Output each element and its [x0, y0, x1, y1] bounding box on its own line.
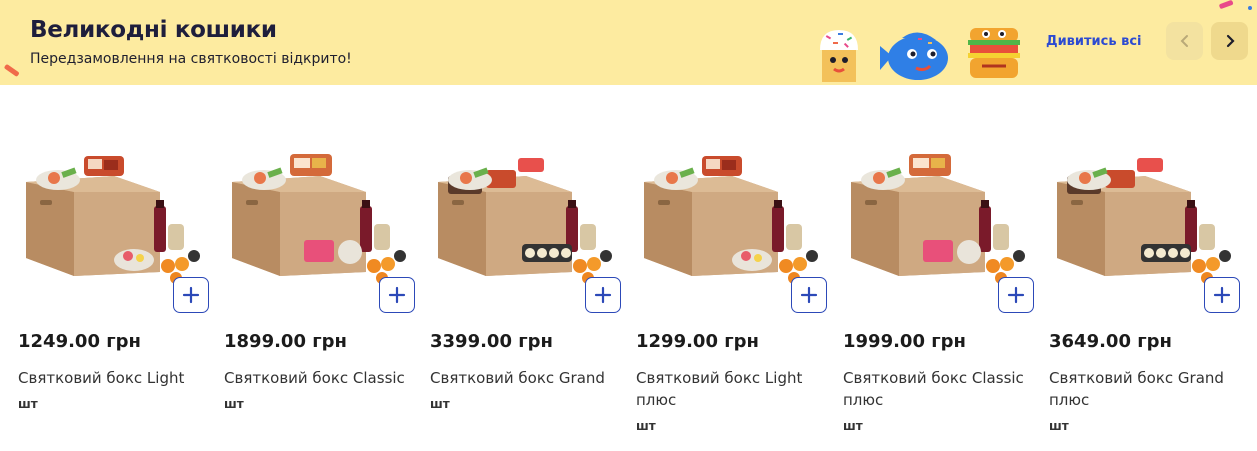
sandwich-mascot-icon [968, 28, 1020, 78]
plus-icon [800, 286, 818, 304]
plus-icon [182, 286, 200, 304]
product-carousel: 1249.00 грн Святковий бокс Light шт 1899… [0, 140, 1257, 440]
product-unit: шт [636, 419, 656, 433]
product-card[interactable]: 3399.00 грн Святковий бокс Grand шт [430, 140, 630, 440]
page-title: Великодні кошики [30, 17, 277, 43]
product-card[interactable]: 1299.00 грн Святковий бокс Light плюс шт [636, 140, 836, 440]
product-price: 3649.00 грн [1049, 331, 1172, 352]
product-image[interactable] [18, 140, 213, 295]
product-unit: шт [843, 419, 863, 433]
product-card[interactable]: 1899.00 грн Святковий бокс Classic шт [224, 140, 424, 440]
add-to-cart-button[interactable] [173, 277, 209, 313]
carousel-next-button[interactable] [1211, 22, 1248, 60]
product-price: 1899.00 грн [224, 331, 347, 352]
product-card[interactable]: 3649.00 грн Святковий бокс Grand плюс шт [1049, 140, 1249, 440]
product-unit: шт [224, 397, 244, 411]
product-unit: шт [1049, 419, 1069, 433]
product-image[interactable] [430, 140, 625, 295]
easter-cake-mascot-icon [820, 30, 858, 82]
product-name[interactable]: Святковий бокс Classic плюс [843, 367, 1033, 411]
banner-subtitle: Передзамовлення на святковості відкрито! [30, 51, 352, 67]
plus-icon [388, 286, 406, 304]
product-unit: шт [430, 397, 450, 411]
carousel-prev-button[interactable] [1166, 22, 1203, 60]
add-to-cart-button[interactable] [1204, 277, 1240, 313]
product-card[interactable]: 1249.00 грн Святковий бокс Light шт [18, 140, 218, 440]
product-image[interactable] [224, 140, 419, 295]
add-to-cart-button[interactable] [998, 277, 1034, 313]
mascot-group [812, 24, 1026, 85]
plus-icon [594, 286, 612, 304]
add-to-cart-button[interactable] [585, 277, 621, 313]
product-price: 1249.00 грн [18, 331, 141, 352]
product-unit: шт [18, 397, 38, 411]
plus-icon [1213, 286, 1231, 304]
product-card[interactable]: 1999.00 грн Святковий бокс Classic плюс … [843, 140, 1043, 440]
product-image[interactable] [636, 140, 831, 295]
product-name[interactable]: Святковий бокс Classic [224, 367, 414, 389]
chevron-left-icon [1180, 35, 1188, 47]
product-name[interactable]: Святковий бокс Light [18, 367, 208, 389]
product-name[interactable]: Святковий бокс Grand [430, 367, 620, 389]
product-image[interactable] [843, 140, 1038, 295]
promo-banner: Великодні кошики Передзамовлення на свят… [0, 0, 1257, 85]
product-price: 1999.00 грн [843, 331, 966, 352]
add-to-cart-button[interactable] [379, 277, 415, 313]
chevron-right-icon [1226, 34, 1235, 48]
plus-icon [1007, 286, 1025, 304]
product-name[interactable]: Святковий бокс Light плюс [636, 367, 826, 411]
fish-mascot-icon [880, 32, 948, 80]
product-image[interactable] [1049, 140, 1244, 295]
see-all-link[interactable]: Дивитись всі [1046, 34, 1142, 49]
product-price: 3399.00 грн [430, 331, 553, 352]
add-to-cart-button[interactable] [791, 277, 827, 313]
product-name[interactable]: Святковий бокс Grand плюс [1049, 367, 1239, 411]
product-price: 1299.00 грн [636, 331, 759, 352]
